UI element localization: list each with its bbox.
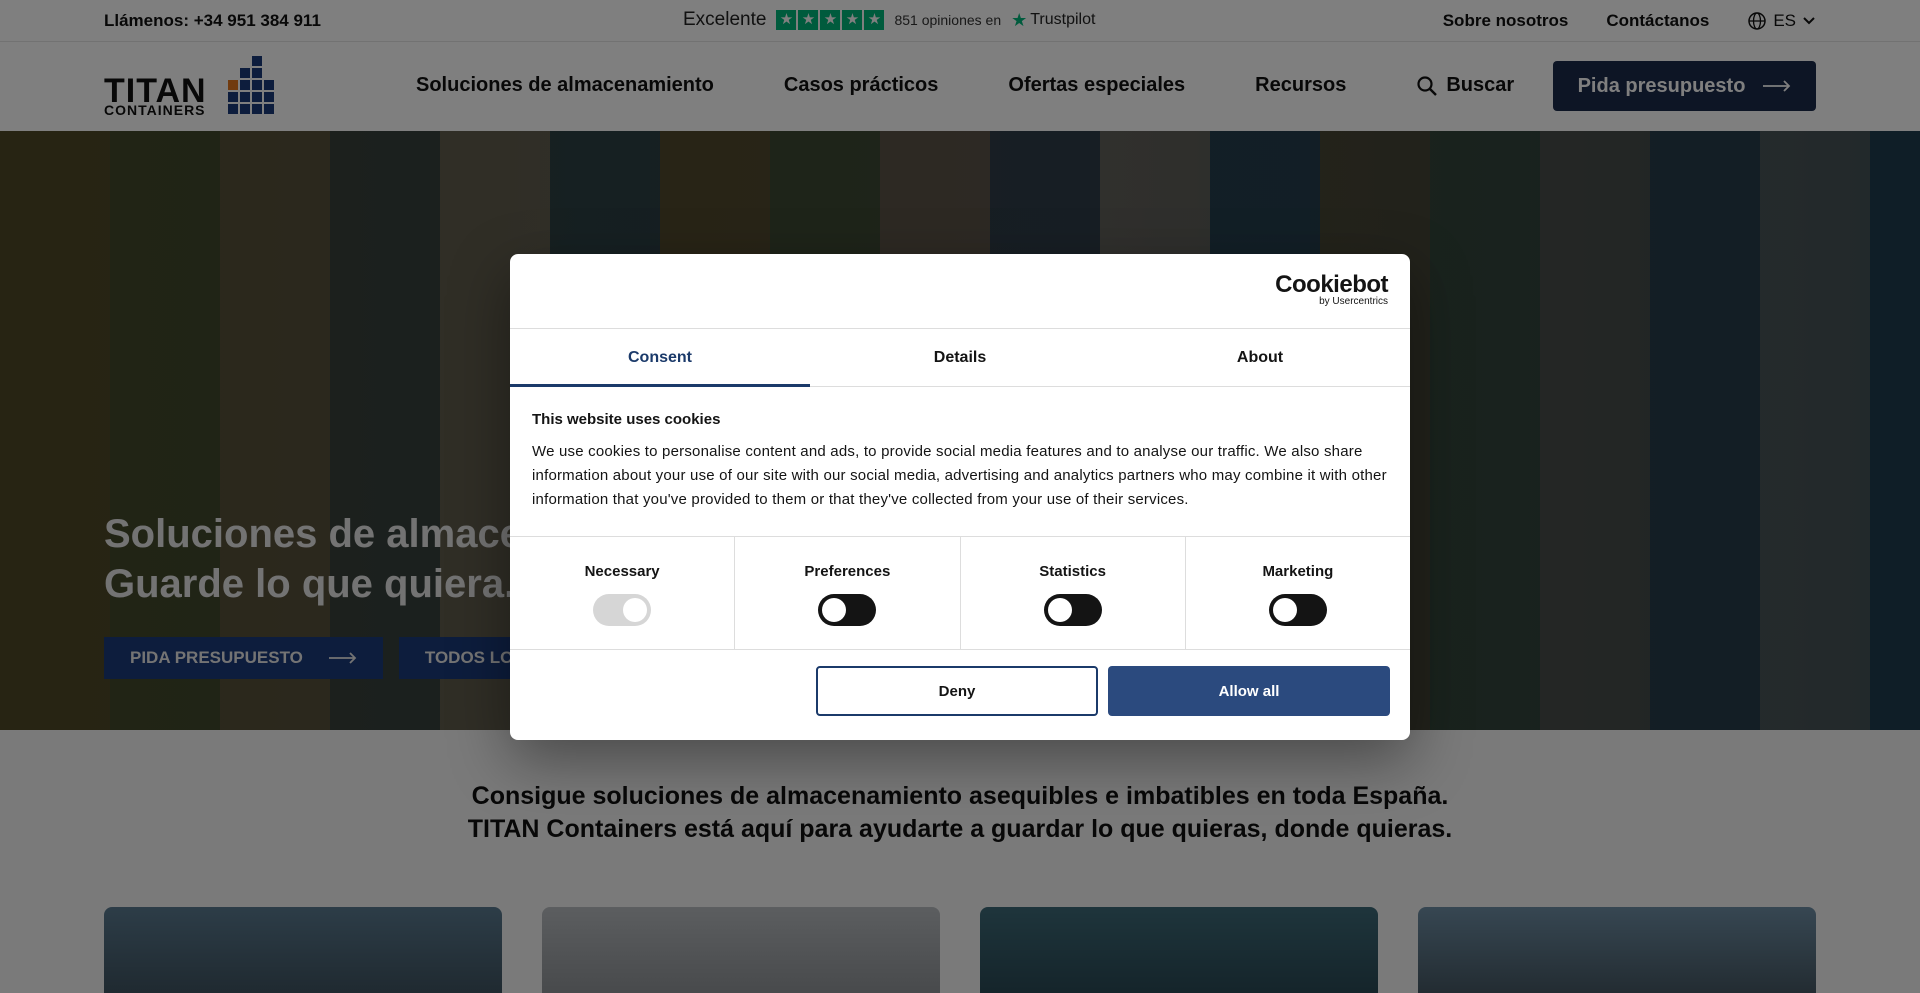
- tab-details[interactable]: Details: [810, 329, 1110, 386]
- dialog-actions: Deny Allow all: [816, 666, 1390, 716]
- dialog-tabs: Consent Details About: [510, 329, 1410, 387]
- toggle-label: Marketing: [1262, 563, 1334, 580]
- toggle-label: Statistics: [1039, 563, 1106, 580]
- allow-all-button[interactable]: Allow all: [1108, 666, 1390, 716]
- dialog-header: Cookiebot by Usercentrics: [510, 254, 1410, 329]
- tab-consent[interactable]: Consent: [510, 329, 810, 387]
- deny-button[interactable]: Deny: [816, 666, 1098, 716]
- cookiebot-logo: Cookiebot by Usercentrics: [1275, 271, 1388, 308]
- consent-toggles: Necessary Preferences Statistics Marketi…: [510, 537, 1410, 650]
- dialog-title: This website uses cookies: [532, 411, 721, 428]
- toggle-preferences: Preferences: [735, 537, 961, 649]
- cookiebot-name: Cookiebot: [1275, 271, 1388, 298]
- toggle-label: Necessary: [584, 563, 660, 580]
- statistics-switch[interactable]: [1043, 594, 1102, 626]
- toggle-label: Preferences: [804, 563, 891, 580]
- toggle-statistics: Statistics: [961, 537, 1186, 649]
- dialog-text: We use cookies to personalise content an…: [532, 443, 1387, 508]
- dialog-body: This website uses cookies We use cookies…: [510, 387, 1410, 537]
- toggle-necessary: Necessary: [510, 537, 736, 649]
- necessary-switch: [593, 594, 652, 626]
- cookie-consent-dialog: Cookiebot by Usercentrics Consent Detail…: [510, 254, 1410, 740]
- toggle-marketing: Marketing: [1186, 537, 1410, 649]
- preferences-switch[interactable]: [818, 594, 877, 626]
- marketing-switch[interactable]: [1268, 594, 1327, 626]
- tab-about[interactable]: About: [1110, 329, 1410, 386]
